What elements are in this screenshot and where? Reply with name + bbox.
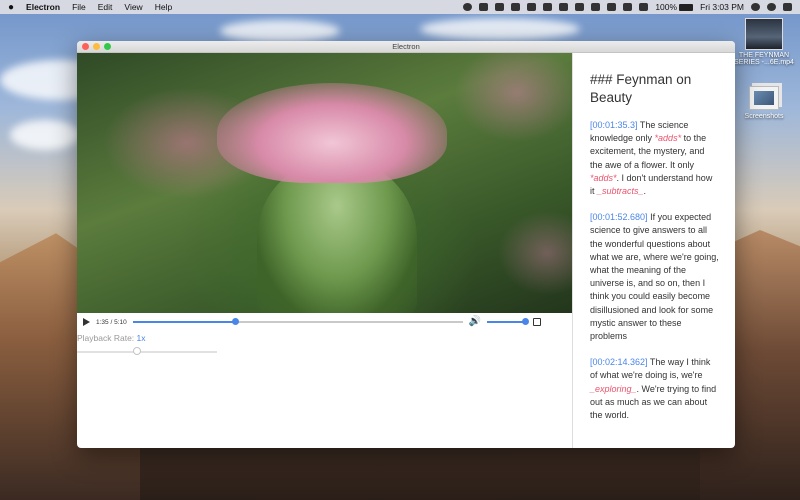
close-window-button[interactable] <box>82 43 89 50</box>
playback-rate: Playback Rate: 1x <box>77 331 572 343</box>
menu-help[interactable]: Help <box>155 2 172 12</box>
transcript-text: If you expected science to give answers … <box>590 212 719 342</box>
video-controls: 1:35 / 5:10 🔊 <box>77 313 572 331</box>
emphasis-text: *adds* <box>654 133 682 144</box>
thistle-flower <box>217 83 447 183</box>
emphasis-text: _subtracts_ <box>597 186 644 197</box>
cloud <box>10 120 80 150</box>
transcript-paragraph: [00:01:35.3] The science knowledge only … <box>590 119 719 198</box>
bluetooth-icon[interactable] <box>623 3 633 11</box>
volume-handle[interactable] <box>521 318 529 325</box>
seek-progress <box>132 321 236 323</box>
menu-extras: 100% Fri 3:03 PM <box>463 2 792 12</box>
dropbox-icon[interactable] <box>543 3 553 11</box>
elephant-icon[interactable] <box>511 3 521 11</box>
app-window: Electron 1:35 / 5:10 🔊 Playback Rate: 1x… <box>77 41 735 448</box>
emphasis-text: _exploring_ <box>590 383 637 394</box>
video-file-icon <box>745 18 783 50</box>
apple-menu-icon[interactable]: ● <box>8 2 14 13</box>
menu-app-name[interactable]: Electron <box>26 2 60 12</box>
transcript-timestamp[interactable]: [00:02:14.362] <box>590 357 648 367</box>
transcript-paragraph: [00:01:52.680] If you expected science t… <box>590 211 719 343</box>
seek-bar[interactable] <box>132 318 463 325</box>
menu-bar: ● Electron File Edit View Help 100% Fri … <box>0 0 800 14</box>
zoom-window-button[interactable] <box>104 43 111 50</box>
volume-level <box>487 321 526 323</box>
battery-percent: 100% <box>655 2 678 12</box>
wifi-icon[interactable] <box>639 3 649 11</box>
playback-rate-label: Playback Rate: <box>77 333 137 343</box>
player-pane: 1:35 / 5:10 🔊 Playback Rate: 1x <box>77 53 572 448</box>
siri-icon[interactable] <box>767 3 776 11</box>
desktop-file-label: THE FEYNMAN SERIES -...6E.mp4 <box>734 52 794 66</box>
window-title: Electron <box>392 42 420 51</box>
screenshots-folder-icon <box>749 86 779 110</box>
transcript-paragraph: [00:02:14.362] The way I think of what w… <box>590 356 719 422</box>
airplay-icon[interactable] <box>591 3 601 11</box>
notes-body: [00:01:35.3] The science knowledge only … <box>590 119 719 422</box>
fullscreen-icon[interactable] <box>533 318 542 326</box>
emphasis-text: *adds* <box>590 172 617 183</box>
pushpin-icon[interactable] <box>527 3 537 11</box>
desktop-folder-screenshots[interactable]: Screenshots <box>729 86 799 120</box>
sync-icon[interactable] <box>575 3 585 11</box>
window-controls <box>82 43 111 50</box>
battery-icon <box>679 3 694 11</box>
calendar-icon[interactable] <box>479 3 489 11</box>
teacup-icon[interactable] <box>495 3 505 11</box>
video-frame[interactable] <box>77 53 572 313</box>
playback-rate-value: 1x <box>136 333 146 343</box>
time-display: 1:35 / 5:10 <box>96 318 127 326</box>
minimize-window-button[interactable] <box>93 43 100 50</box>
desktop-file-video[interactable]: THE FEYNMAN SERIES -...6E.mp4 <box>729 18 799 66</box>
volume-status-icon[interactable] <box>607 3 617 11</box>
transcript-timestamp[interactable]: [00:01:52.680] <box>590 212 648 222</box>
transcript-text: . <box>643 186 647 197</box>
seek-handle[interactable] <box>231 318 239 325</box>
menu-edit[interactable]: Edit <box>98 2 113 12</box>
title-bar[interactable]: Electron <box>77 41 735 53</box>
menu-clock[interactable]: Fri 3:03 PM <box>700 2 744 12</box>
transcript-timestamp[interactable]: [00:01:35.3] <box>590 120 638 130</box>
playback-rate-slider[interactable] <box>77 347 217 355</box>
notes-heading: ### Feynman on Beauty <box>590 72 692 105</box>
app-content: 1:35 / 5:10 🔊 Playback Rate: 1x ### Feyn… <box>77 53 735 448</box>
notification-center-icon[interactable] <box>783 3 792 11</box>
cloud-icon[interactable] <box>559 3 569 11</box>
status-app-icon[interactable] <box>463 3 473 11</box>
menu-file[interactable]: File <box>72 2 86 12</box>
battery-status[interactable]: 100% <box>655 2 694 12</box>
volume-slider[interactable] <box>487 318 529 325</box>
menu-view[interactable]: View <box>124 2 142 12</box>
volume-icon[interactable]: 🔊 <box>469 317 481 327</box>
spotlight-icon[interactable] <box>751 3 760 11</box>
notes-pane[interactable]: ### Feynman on Beauty [00:01:35.3] The s… <box>572 53 735 448</box>
play-icon[interactable] <box>83 318 90 326</box>
playback-rate-handle[interactable] <box>133 347 142 355</box>
desktop-folder-label: Screenshots <box>744 113 784 120</box>
cloud <box>420 18 580 40</box>
cloud <box>220 20 340 42</box>
